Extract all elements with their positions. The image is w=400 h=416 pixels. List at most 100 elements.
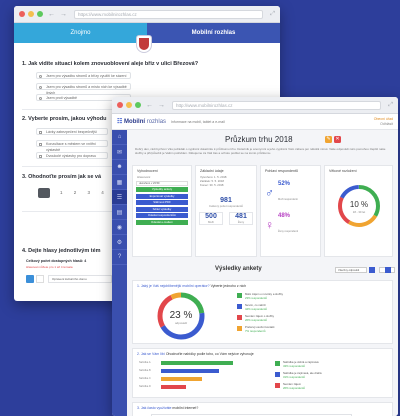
female-stat: 481 Ženy xyxy=(229,212,253,225)
sidebar-item-surveys[interactable]: ☰ xyxy=(112,190,127,205)
male-icon: ♂ xyxy=(265,186,274,200)
option-1-1[interactable]: Jsem pro výsadbu stromů a břízy využití … xyxy=(36,72,131,79)
rating-scale[interactable]: 1 2 3 4 xyxy=(60,190,109,195)
question-1: 1. Jak vidíte situaci kolem znovuobloven… xyxy=(22,61,199,67)
status-card: Vyhodnocení Hlasování ukončeno v 23:59 V… xyxy=(132,165,192,257)
brand-subtitle: Informace na mobil, tablet a e-mail xyxy=(171,119,225,124)
checkbox-icon xyxy=(39,154,42,158)
user-menu[interactable]: Obecní úřad Odhlásit xyxy=(374,117,393,126)
survey-intro: Dobrý den, rádi bychom Vás požádali o vy… xyxy=(135,147,386,156)
legend-item: Mám zájem o novinky a služby 23% responde… xyxy=(237,292,283,300)
dashboard-window: ← → http://www.mobilnirozhlas.cz ⤢ ☷ Mob… xyxy=(112,97,398,416)
sidebar-item-contacts[interactable]: ☻ xyxy=(112,160,127,175)
question-4: 4. Dejte hlasy jednotlivým tém xyxy=(22,248,101,254)
respondents-stat: 981 Celkový počet respondentů xyxy=(196,197,256,208)
export-button[interactable]: Exportovat výsledky xyxy=(136,193,188,199)
male-pct-label: Muži respondenti xyxy=(278,198,298,201)
back-arrow-icon[interactable]: ← xyxy=(146,102,153,109)
gender-stats: 500 Muži 481 Ženy xyxy=(196,212,256,225)
chart-icon: ☰ xyxy=(116,194,123,201)
basic-info-card: Základní údaje Vytvořeno: 1. 5. 2018 Zač… xyxy=(195,165,257,257)
close-dot-icon[interactable] xyxy=(19,11,25,17)
female-label: Ženy xyxy=(237,220,245,224)
legend-item: Nevím, co nabízí 44% respondentů xyxy=(237,303,267,311)
votes-available: Celkový počet dostupných hlasů: 4 xyxy=(26,259,87,263)
status-select[interactable]: ukončeno v 23:59 xyxy=(136,180,188,186)
minimize-dot-icon[interactable] xyxy=(28,11,34,17)
vote-minus-button[interactable] xyxy=(26,275,34,283)
email-button[interactable]: Odeslat e-mailem xyxy=(136,219,188,225)
back-arrow-icon[interactable]: ← xyxy=(48,11,55,18)
help-icon: ? xyxy=(117,254,122,260)
age-donut-chart: 10 % 18 - 30 let xyxy=(338,185,380,227)
option-1-2[interactable]: Jsem pro výsadbu stromů a místo nich ke … xyxy=(36,83,131,95)
legend-swatch xyxy=(237,304,242,309)
card-title: Pohlaví respondentů xyxy=(265,169,298,173)
legend-swatch xyxy=(237,293,242,298)
option-2-3[interactable]: Dvoukolé výstavby pro dopravu xyxy=(36,152,108,159)
calendar-icon: ▦ xyxy=(116,179,123,186)
donut-label: 18 - 30 let xyxy=(353,210,366,214)
female-count: 481 xyxy=(235,213,247,220)
maximize-dot-icon[interactable] xyxy=(37,11,43,17)
filter-select[interactable]: Všechny odpovědi xyxy=(335,267,367,273)
page-button[interactable] xyxy=(385,267,391,273)
bar xyxy=(161,385,186,389)
results-heading: Výsledky ankety xyxy=(215,266,262,272)
thumbs-down-icon[interactable] xyxy=(38,188,50,198)
contacts-icon: ☻ xyxy=(116,164,123,170)
user-name: Obecní úřad xyxy=(373,117,393,121)
map-icon: ◉ xyxy=(116,224,123,231)
browser-chrome: ← → http://www.mobilnirozhlas.cz ⤢ xyxy=(112,97,398,114)
send-button[interactable]: Odeslat respondentům xyxy=(136,213,188,218)
logout-link[interactable]: Odhlásit xyxy=(380,122,393,126)
card-title: Věkové rozložení xyxy=(329,169,357,173)
female-row: ♀ 48% Ženy respondenti xyxy=(261,205,320,237)
option-2-1[interactable]: Lávky zabezpečení bezpečnější xyxy=(36,128,108,135)
vote-item[interactable]: Opravení kulturního domu xyxy=(48,275,112,283)
address-bar[interactable]: https://www.mobilnirozhlas.cz xyxy=(74,9,264,19)
question-3-panel: 3. Jak často využíváte mobilní internet? xyxy=(132,402,393,416)
trash-icon: ✕ xyxy=(335,136,340,142)
bar-label: Nabídka D xyxy=(139,385,151,388)
page-title: Průzkum trhu 2018 xyxy=(225,135,293,144)
question-3: 3. Ohodnoťte prosím jak se vá xyxy=(22,174,102,180)
card-title: Základní údaje xyxy=(200,169,224,173)
votes-note: Hlasovat můžete pro 1 až 4 témata xyxy=(26,265,73,269)
maximize-dot-icon[interactable] xyxy=(135,102,141,108)
sidebar-item-calendar[interactable]: ▦ xyxy=(112,175,127,190)
filter-button[interactable] xyxy=(369,267,375,273)
option-2-2[interactable]: Konzultace s městem ve vnitřní výstavbě xyxy=(36,140,108,152)
gear-icon: ⚙ xyxy=(116,239,123,246)
expand-icon[interactable]: ⤢ xyxy=(388,102,393,109)
radio-icon xyxy=(39,74,42,78)
respondents-label: Celkový počet respondentů xyxy=(209,204,243,208)
brand-logo[interactable]: ☷ Mobilní rozhlas xyxy=(117,118,166,125)
status-label: Hlasování xyxy=(137,175,151,179)
bar xyxy=(161,369,219,373)
sidebar-item-messages[interactable]: ✉ xyxy=(112,145,127,160)
sidebar-item-map[interactable]: ◉ xyxy=(112,220,127,235)
sidebar-item-help[interactable]: ? xyxy=(112,250,127,265)
forward-arrow-icon[interactable]: → xyxy=(60,11,67,18)
sidebar-item-settings[interactable]: ⚙ xyxy=(112,235,127,250)
male-row: ♂ 52% Muži respondenti xyxy=(261,175,320,205)
close-dot-icon[interactable] xyxy=(117,102,123,108)
sidebar-item-home[interactable]: ⌂ xyxy=(112,130,127,145)
sidebar-item-reports[interactable]: ▤ xyxy=(112,205,127,220)
results-button[interactable]: Výsledky ankety xyxy=(136,187,188,192)
address-bar[interactable]: http://www.mobilnirozhlas.cz xyxy=(172,100,382,110)
edit-button[interactable]: ✎ xyxy=(325,136,332,143)
app-name: Mobilní rozhlas xyxy=(147,23,280,43)
pdf-button[interactable]: Stáhnout PDF xyxy=(136,200,188,205)
minimize-dot-icon[interactable] xyxy=(126,102,132,108)
card-title: Vyhodnocení xyxy=(137,169,158,173)
legend-swatch xyxy=(275,361,280,366)
bar-label: Nabídka A xyxy=(139,361,151,364)
delete-button[interactable]: ✕ xyxy=(334,136,341,143)
share-button[interactable]: Sdílet výsledky xyxy=(136,206,188,212)
question-1-donut-chart: 23 % odpovědí xyxy=(157,292,205,340)
forward-arrow-icon[interactable]: → xyxy=(158,102,165,109)
expand-icon[interactable]: ⤢ xyxy=(270,11,275,18)
app-topbar: ☷ Mobilní rozhlas Informace na mobil, ta… xyxy=(112,114,398,130)
